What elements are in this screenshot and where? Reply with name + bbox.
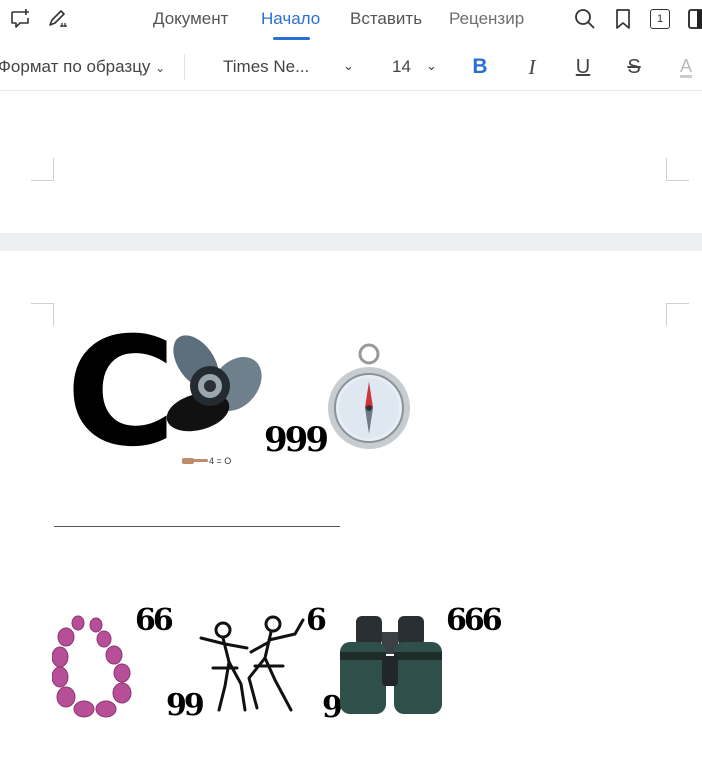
italic-icon: I — [528, 54, 536, 79]
tab-document[interactable]: Документ — [153, 9, 228, 29]
chevron-down-icon[interactable]: ⌄ — [343, 58, 354, 74]
compass-image — [328, 343, 410, 449]
underline-button[interactable]: U — [569, 53, 597, 81]
tab-insert[interactable]: Вставить — [350, 9, 422, 29]
propeller-image — [166, 335, 262, 432]
bead-necklace-image — [52, 615, 132, 718]
answer-line — [54, 526, 340, 527]
font-color-button[interactable]: A — [672, 53, 700, 81]
top-toolbar: Документ Начало Вставить Рецензир 1 — [0, 0, 702, 40]
margin-corner-mark — [31, 158, 54, 181]
active-tab-indicator — [273, 37, 310, 40]
karate-fighters-image — [199, 615, 305, 712]
pen-math-icon[interactable] — [45, 6, 71, 32]
strikethrough-icon: S — [627, 55, 641, 78]
format-painter-button[interactable]: Формат по образцу ⌄ — [0, 57, 165, 77]
strikethrough-button[interactable]: S — [620, 53, 648, 81]
tab-home[interactable]: Начало — [261, 9, 320, 29]
pointing-hand-icon — [182, 458, 208, 464]
page-counter-button[interactable]: 1 — [647, 6, 673, 32]
inverted-comma-symbol: 9 — [306, 600, 327, 635]
italic-button[interactable]: I — [518, 53, 546, 81]
font-size-select[interactable]: 14 — [392, 57, 411, 77]
chevron-down-icon: ⌄ — [155, 61, 166, 75]
format-painter-label: Формат по образцу — [0, 57, 151, 76]
margin-corner-mark — [31, 303, 54, 326]
rebus-hint: 4 = O — [209, 456, 232, 466]
tab-review[interactable]: Рецензир — [449, 9, 524, 29]
underline-icon: U — [575, 55, 591, 78]
binoculars-image — [340, 616, 442, 714]
ribbon-tabs: Документ Начало Вставить Рецензир — [153, 0, 525, 40]
bold-button[interactable]: B — [466, 53, 494, 81]
font-name-select[interactable]: Times Ne... — [223, 57, 309, 77]
inverted-commas-symbol: 99 — [138, 600, 174, 635]
page-count-badge: 1 — [650, 9, 670, 29]
commas-symbol: 999 — [264, 420, 329, 460]
margin-corner-mark — [666, 158, 689, 181]
font-color-icon: A — [679, 55, 692, 78]
bookmark-icon[interactable] — [610, 6, 636, 32]
comment-add-icon[interactable] — [7, 6, 33, 32]
page-break-gap — [0, 233, 702, 251]
divider — [184, 54, 185, 80]
chevron-down-icon[interactable]: ⌄ — [426, 58, 437, 74]
bold-icon: B — [472, 55, 488, 78]
search-icon[interactable] — [572, 6, 598, 32]
inverted-commas-symbol: 999 — [449, 600, 503, 635]
formatting-toolbar: Формат по образцу ⌄ Times Ne... ⌄ 14 ⌄ B… — [0, 44, 702, 91]
margin-corner-mark — [666, 303, 689, 326]
reading-mode-icon[interactable] — [684, 6, 702, 32]
